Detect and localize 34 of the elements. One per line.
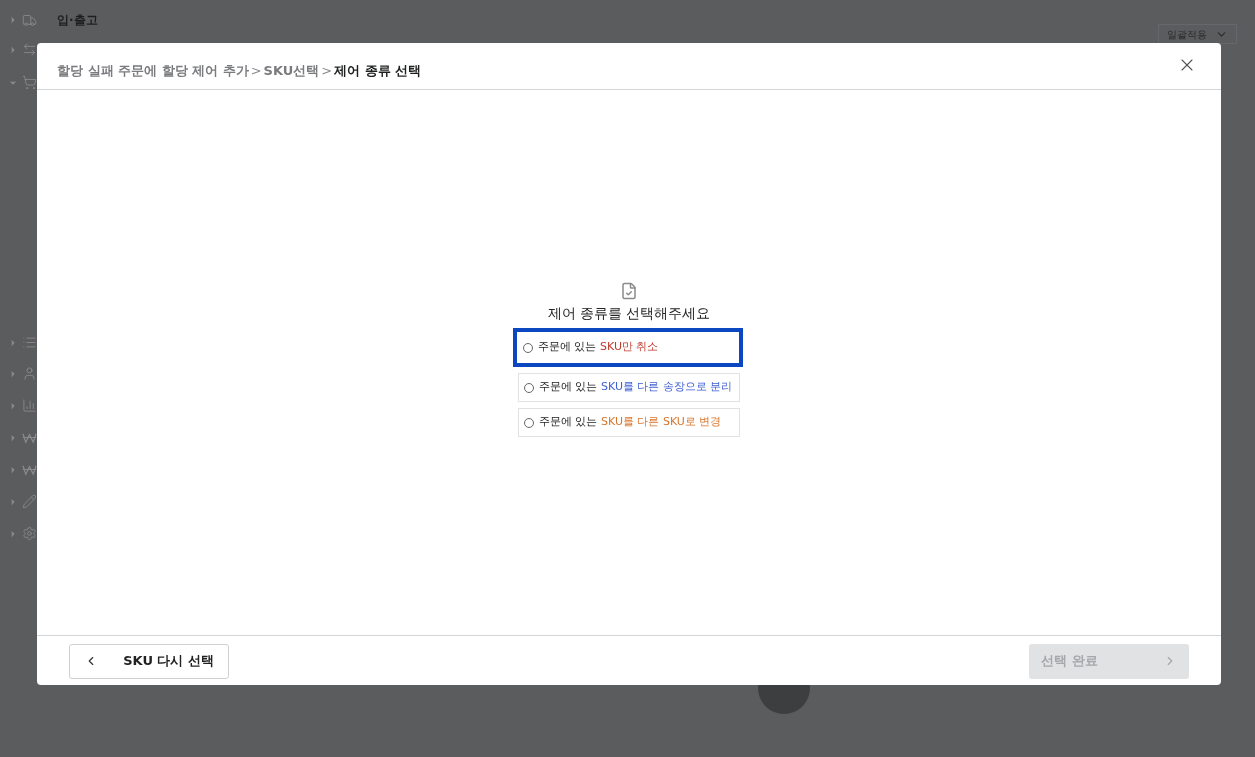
menu-icon[interactable]: [22, 366, 37, 381]
breadcrumb-item[interactable]: SKU선택: [263, 60, 320, 80]
caret-icon[interactable]: [8, 464, 18, 475]
won-icon[interactable]: [22, 462, 37, 477]
caret-icon[interactable]: [8, 496, 18, 507]
caret-icon[interactable]: [8, 337, 18, 348]
breadcrumb-item[interactable]: 할당 실패 주문에 할당 제어 추가: [57, 60, 249, 80]
caret-icon[interactable]: [8, 15, 18, 25]
prompt-text: 제어 종류를 선택해주세요: [547, 304, 711, 323]
caret-icon[interactable]: [8, 400, 18, 411]
won-icon[interactable]: [22, 430, 37, 445]
option-label: 주문에 있는 SKU만 취소: [538, 339, 659, 356]
back-button[interactable]: SKU 다시 선택: [69, 643, 229, 679]
menu-icon[interactable]: [22, 42, 37, 57]
caret-icon[interactable]: [8, 432, 18, 443]
menu-icon[interactable]: [22, 398, 37, 413]
breadcrumb-item: 제어 종류 선택: [334, 61, 422, 80]
option-label: 주문에 있는 SKU를 다른 송장으로 분리: [539, 379, 733, 396]
breadcrumb-separator: >: [250, 61, 262, 80]
caret-icon[interactable]: [8, 368, 18, 379]
menu-icon[interactable]: [22, 335, 37, 350]
menu-icon[interactable]: [22, 75, 37, 90]
caret-icon[interactable]: [8, 44, 18, 55]
option-card[interactable]: 주문에 있는 SKU를 다른 송장으로 분리: [518, 373, 740, 402]
menu-icon[interactable]: [22, 494, 37, 509]
sidebar-item[interactable]: 입·출고: [57, 11, 98, 29]
menu-icon[interactable]: [22, 526, 37, 541]
option-label: 주문에 있는 SKU를 다른 SKU로 변경: [539, 414, 722, 431]
caret-icon[interactable]: [8, 528, 18, 539]
option-card[interactable]: 주문에 있는 SKU를 다른 SKU로 변경: [518, 408, 740, 437]
menu-icon[interactable]: [22, 12, 37, 28]
document-check-icon: [620, 282, 638, 300]
breadcrumb-separator: >: [321, 61, 333, 80]
option-card[interactable]: 주문에 있는 SKU만 취소: [513, 328, 743, 367]
